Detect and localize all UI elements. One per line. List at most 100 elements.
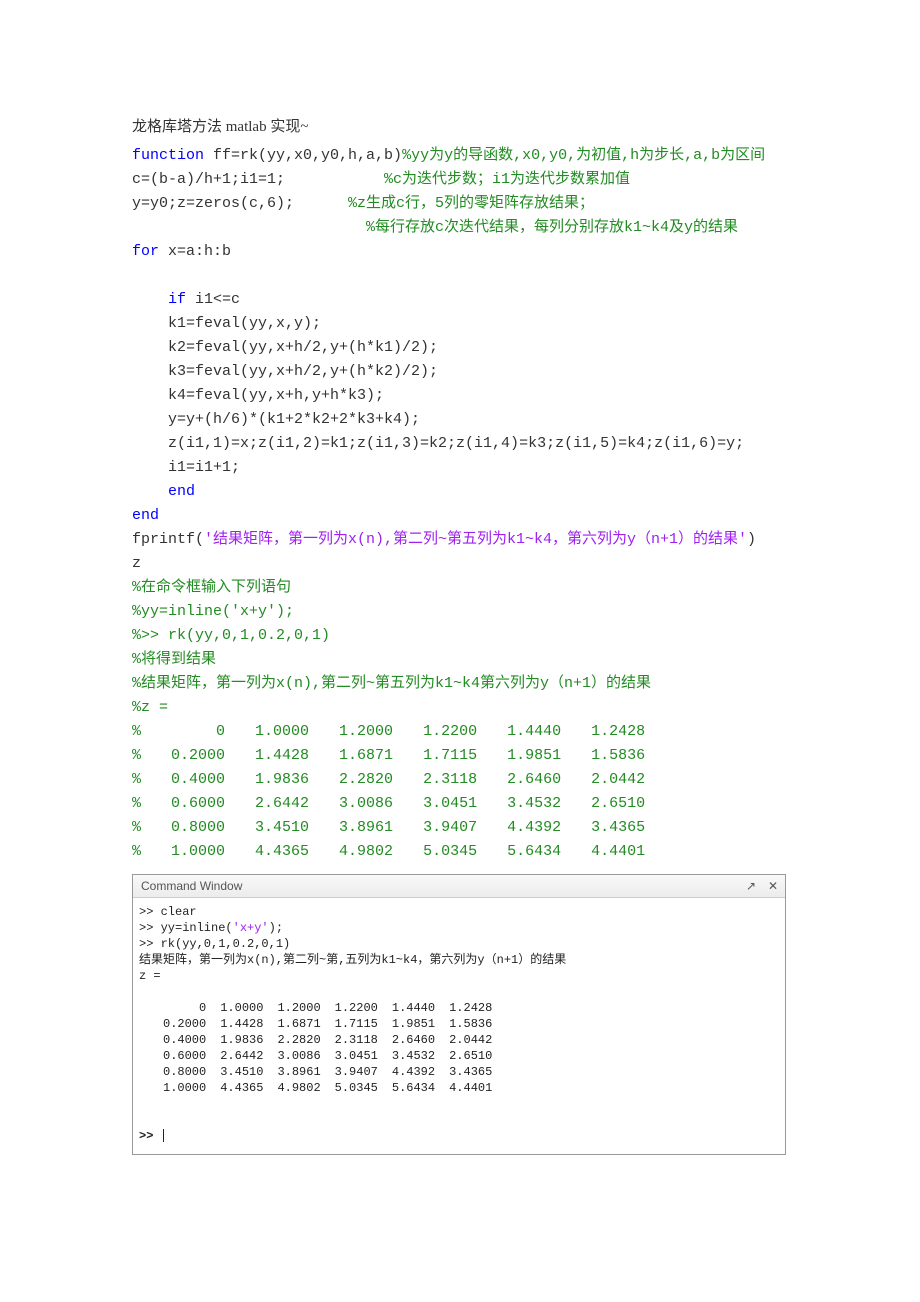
kw-function: function <box>132 147 204 164</box>
cmd-line: >> yy=inline( <box>139 921 233 935</box>
command-window-body[interactable]: >> clear >> yy=inline('x+y'); >> rk(yy,0… <box>133 898 785 1154</box>
comment: %yy为y的导函数,x0,y0,为初值,h为步长,a,b为区间 <box>402 147 765 164</box>
command-window-header: Command Window ↗ ✕ <box>133 875 785 898</box>
table-cell: 5.6434 <box>392 1080 449 1096</box>
code-text: i1=i1+1; <box>132 459 240 476</box>
string: 'x+y' <box>233 921 269 935</box>
table-row: %0.60002.64423.00863.04513.45322.6510 <box>132 792 675 816</box>
table-cell: 3.0451 <box>423 792 507 816</box>
table-cell: 1.7115 <box>335 1016 392 1032</box>
table-cell: 0.8000 <box>171 816 255 840</box>
table-cell: 3.4510 <box>255 816 339 840</box>
table-cell: 3.4532 <box>507 792 591 816</box>
table-cell: 1.0000 <box>163 1080 220 1096</box>
table-cell: 1.9836 <box>255 768 339 792</box>
table-cell: % <box>132 840 171 864</box>
kw-for: for <box>132 243 159 260</box>
cmd-output: 结果矩阵，第一列为x(n),第二列~第,五列为k1~k4，第六列为y（n+1）的… <box>139 953 566 967</box>
code-text: x=a:h:b <box>159 243 231 260</box>
table-cell: % <box>132 768 171 792</box>
table-cell: 0.6000 <box>163 1048 220 1064</box>
table-row: 0.40001.98362.28202.31182.64602.0442 <box>163 1032 506 1048</box>
table-cell: 1.4440 <box>392 1000 449 1016</box>
comment: %将得到结果 <box>132 651 216 668</box>
table-cell: % <box>132 744 171 768</box>
code-text: y=y0;z=zeros(c,6); <box>132 195 294 212</box>
cmd-output: z = <box>139 969 161 983</box>
table-cell: 1.4428 <box>255 744 339 768</box>
code-text: c=(b-a)/h+1;i1=1; <box>132 171 285 188</box>
table-cell: 4.4392 <box>392 1064 449 1080</box>
code-text: k2=feval(yy,x+h/2,y+(h*k1)/2); <box>132 339 438 356</box>
table-cell: 3.4532 <box>392 1048 449 1064</box>
code-text: ) <box>747 531 756 548</box>
comment: %每行存放c次迭代结果，每列分别存放k1~k4及y的结果 <box>132 219 738 236</box>
table-cell: 1.9851 <box>392 1016 449 1032</box>
table-cell: 2.6510 <box>449 1048 506 1064</box>
table-cell: 3.8961 <box>339 816 423 840</box>
table-cell: 5.0345 <box>335 1080 392 1096</box>
table-cell: 1.9836 <box>220 1032 277 1048</box>
table-cell: 2.6460 <box>507 768 591 792</box>
table-row: %0.20001.44281.68711.71151.98511.5836 <box>132 744 675 768</box>
code-text: ff=rk(yy,x0,y0,h,a,b) <box>204 147 402 164</box>
comment: %z生成c行，5列的零矩阵存放结果； <box>294 195 594 212</box>
result-matrix-output: 01.00001.20001.22001.44401.24280.20001.4… <box>163 1000 506 1096</box>
code-text: z(i1,1)=x;z(i1,2)=k1;z(i1,3)=k2;z(i1,4)=… <box>132 435 744 452</box>
comment: %结果矩阵，第一列为x(n),第二列~第五列为k1~k4第六列为y（n+1）的结… <box>132 675 651 692</box>
table-row: 0.20001.44281.68711.71151.98511.5836 <box>163 1016 506 1032</box>
table-cell: 2.6460 <box>392 1032 449 1048</box>
table-cell: 3.4365 <box>591 816 675 840</box>
table-row: %0.80003.45103.89613.94074.43923.4365 <box>132 816 675 840</box>
code-text: fprintf( <box>132 531 204 548</box>
table-cell: 2.6442 <box>255 792 339 816</box>
code-text: i1<=c <box>186 291 240 308</box>
table-cell: 3.9407 <box>335 1064 392 1080</box>
table-cell: 4.4401 <box>591 840 675 864</box>
comment: %在命令框输入下列语句 <box>132 579 291 596</box>
table-cell: 2.3118 <box>423 768 507 792</box>
undock-icon[interactable]: ↗ <box>743 878 759 894</box>
code-text: y=y+(h/6)*(k1+2*k2+2*k3+k4); <box>132 411 420 428</box>
cmd-line: ); <box>269 921 283 935</box>
table-cell: 1.2200 <box>423 720 507 744</box>
table-cell: 3.4365 <box>449 1064 506 1080</box>
table-cell: 0.6000 <box>171 792 255 816</box>
table-cell: 1.5836 <box>591 744 675 768</box>
table-cell: 4.4365 <box>255 840 339 864</box>
table-cell: 0.4000 <box>163 1032 220 1048</box>
code-text: z <box>132 555 141 572</box>
table-cell: 1.2428 <box>591 720 675 744</box>
table-cell: 0 <box>171 720 255 744</box>
table-cell: 2.3118 <box>335 1032 392 1048</box>
table-cell: 4.4401 <box>449 1080 506 1096</box>
table-cell: 1.0000 <box>171 840 255 864</box>
cmd-line: >> clear <box>139 905 197 919</box>
table-cell: 3.0086 <box>277 1048 334 1064</box>
code-text: k1=feval(yy,x,y); <box>132 315 321 332</box>
table-cell: 2.2820 <box>277 1032 334 1048</box>
table-cell: 2.6442 <box>220 1048 277 1064</box>
table-cell: % <box>132 792 171 816</box>
table-cell: 1.9851 <box>507 744 591 768</box>
comment: %z = <box>132 699 168 716</box>
table-cell: 0.2000 <box>163 1016 220 1032</box>
table-cell: 2.0442 <box>591 768 675 792</box>
table-row: 0.60002.64423.00863.04513.45322.6510 <box>163 1048 506 1064</box>
table-cell: 0 <box>163 1000 220 1016</box>
table-cell: 1.6871 <box>277 1016 334 1032</box>
cursor-icon <box>163 1129 164 1142</box>
table-cell: 1.2200 <box>335 1000 392 1016</box>
table-cell: 2.0442 <box>449 1032 506 1048</box>
close-icon[interactable]: ✕ <box>765 878 781 894</box>
table-row: %0.40001.98362.28202.31182.64602.0442 <box>132 768 675 792</box>
comment: %yy=inline('x+y'); <box>132 603 294 620</box>
table-cell: 3.0086 <box>339 792 423 816</box>
table-cell: 1.2428 <box>449 1000 506 1016</box>
table-cell: % <box>132 816 171 840</box>
code-block: function ff=rk(yy,x0,y0,h,a,b)%yy为y的导函数,… <box>132 144 810 720</box>
doc-title: 龙格库塔方法 matlab 实现~ <box>132 115 810 136</box>
table-cell: 3.8961 <box>277 1064 334 1080</box>
comment: %>> rk(yy,0,1,0.2,0,1) <box>132 627 330 644</box>
table-cell: 3.9407 <box>423 816 507 840</box>
